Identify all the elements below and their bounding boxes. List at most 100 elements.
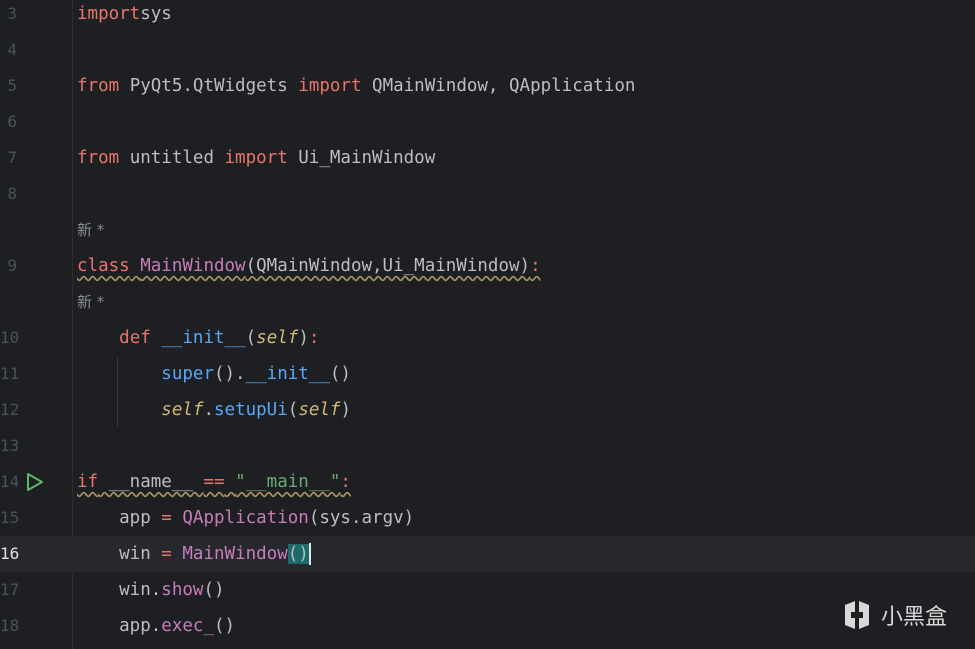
- code-token: self: [161, 400, 204, 420]
- code-token: from: [77, 76, 120, 96]
- code-line[interactable]: 9 class MainWindow(QMainWindow,Ui_MainWin…: [0, 248, 975, 284]
- code-text: if __name__ == "__main__":: [77, 464, 351, 500]
- code-line[interactable]: 13: [0, 428, 975, 464]
- code-token: __name__: [98, 472, 204, 492]
- line-number: 18: [0, 616, 20, 635]
- code-text: from untitled import Ui_MainWindow: [77, 140, 435, 176]
- code-text: from PyQt5.QtWidgets import QMainWindow,…: [77, 68, 635, 104]
- code-line[interactable]: 6: [0, 104, 975, 140]
- code-text: win.show(): [77, 572, 224, 608]
- code-text: importsys: [77, 0, 172, 32]
- code-token: class: [77, 256, 130, 276]
- author-hint: 新 *: [77, 293, 105, 311]
- line-number: 11: [0, 364, 20, 383]
- code-token: setupUi: [214, 400, 288, 420]
- code-token: MainWindow: [182, 544, 288, 564]
- code-text: win = MainWindow(): [77, 536, 311, 572]
- line-number: 5: [7, 76, 17, 95]
- line-number: 10: [0, 328, 20, 347]
- code-token: ): [340, 400, 352, 420]
- code-text: super().__init__(): [77, 356, 351, 392]
- code-line[interactable]: 3 importsys: [0, 0, 975, 32]
- code-token: super: [161, 364, 214, 384]
- code-token: =: [161, 508, 172, 528]
- code-token: ().: [213, 364, 246, 384]
- code-token: from: [77, 148, 120, 168]
- code-token: =: [161, 544, 172, 564]
- code-token: untitled: [119, 148, 225, 168]
- code-text: self.setupUi(self): [77, 392, 351, 428]
- run-gutter-icon[interactable]: [26, 472, 44, 492]
- code-token: import: [298, 76, 362, 96]
- code-line[interactable]: 14 if __name__ == "__main__":: [0, 464, 975, 500]
- code-token: app.: [77, 616, 162, 636]
- code-token: (: [245, 328, 257, 348]
- code-token: QMainWindow, QApplication: [361, 76, 636, 96]
- watermark-text: 小黑盒: [880, 605, 947, 630]
- code-line[interactable]: 8: [0, 176, 975, 212]
- line-number: 12: [0, 400, 20, 419]
- line-number: 16: [0, 544, 20, 563]
- code-token: self: [298, 400, 341, 420]
- code-token: __init__: [161, 328, 246, 348]
- line-number: 7: [7, 148, 17, 167]
- code-token: (QMainWindow,Ui_MainWindow): [245, 256, 531, 276]
- code-token: win.: [77, 580, 162, 600]
- code-token: (): [287, 544, 309, 564]
- code-line[interactable]: 7 from untitled import Ui_MainWindow: [0, 140, 975, 176]
- code-line[interactable]: 16 win = MainWindow(): [0, 536, 975, 572]
- line-number: 17: [0, 580, 20, 599]
- code-token: :: [308, 328, 320, 348]
- code-token: :: [530, 256, 541, 276]
- line-number: 8: [7, 184, 17, 203]
- code-text: class MainWindow(QMainWindow,Ui_MainWind…: [77, 248, 541, 284]
- line-number: 9: [7, 256, 17, 275]
- code-token: import: [77, 4, 141, 24]
- code-token: __init__: [245, 364, 330, 384]
- code-line[interactable]: 5 from PyQt5.QtWidgets import QMainWindow…: [0, 68, 975, 104]
- watermark-logo: 小黑盒: [841, 599, 947, 631]
- code-token: win: [77, 544, 162, 564]
- code-line[interactable]: 12 self.setupUi(self): [0, 392, 975, 428]
- code-token: import: [224, 148, 288, 168]
- code-text: app = QApplication(sys.argv): [77, 500, 414, 536]
- code-line[interactable]: 15 app = QApplication(sys.argv): [0, 500, 975, 536]
- code-line[interactable]: 17 win.show(): [0, 572, 975, 608]
- code-line[interactable]: 10 def __init__(self):: [0, 320, 975, 356]
- code-token: if: [77, 472, 99, 492]
- code-token: .: [203, 400, 214, 420]
- code-token: app: [77, 508, 162, 528]
- code-token: Ui_MainWindow: [287, 148, 436, 168]
- author-hint-row[interactable]: 新 *: [0, 212, 975, 248]
- code-token: (sys.argv): [308, 508, 415, 528]
- code-text: app.exec_(): [77, 608, 235, 644]
- code-token: self: [256, 328, 299, 348]
- code-token: QApplication: [182, 508, 309, 528]
- code-token: :: [340, 472, 351, 492]
- line-number: 14: [0, 472, 20, 491]
- author-hint-row[interactable]: 新 *: [0, 284, 975, 320]
- code-token: "__main__": [235, 472, 341, 492]
- code-line[interactable]: 18 app.exec_(): [0, 608, 975, 644]
- code-token: exec_: [161, 616, 214, 636]
- line-number: 4: [7, 40, 17, 59]
- text-caret: [308, 543, 311, 565]
- code-line[interactable]: 11 super().__init__(): [0, 356, 975, 392]
- code-token: ): [298, 328, 309, 348]
- code-line[interactable]: 4: [0, 32, 975, 68]
- code-token: sys: [140, 4, 172, 24]
- line-number: 13: [0, 436, 20, 455]
- line-number: 6: [7, 112, 17, 131]
- line-number: 3: [7, 4, 17, 23]
- code-token: def: [119, 328, 151, 348]
- code-token: ==: [203, 472, 225, 492]
- code-token: show: [161, 580, 204, 600]
- code-token: MainWindow: [140, 256, 246, 276]
